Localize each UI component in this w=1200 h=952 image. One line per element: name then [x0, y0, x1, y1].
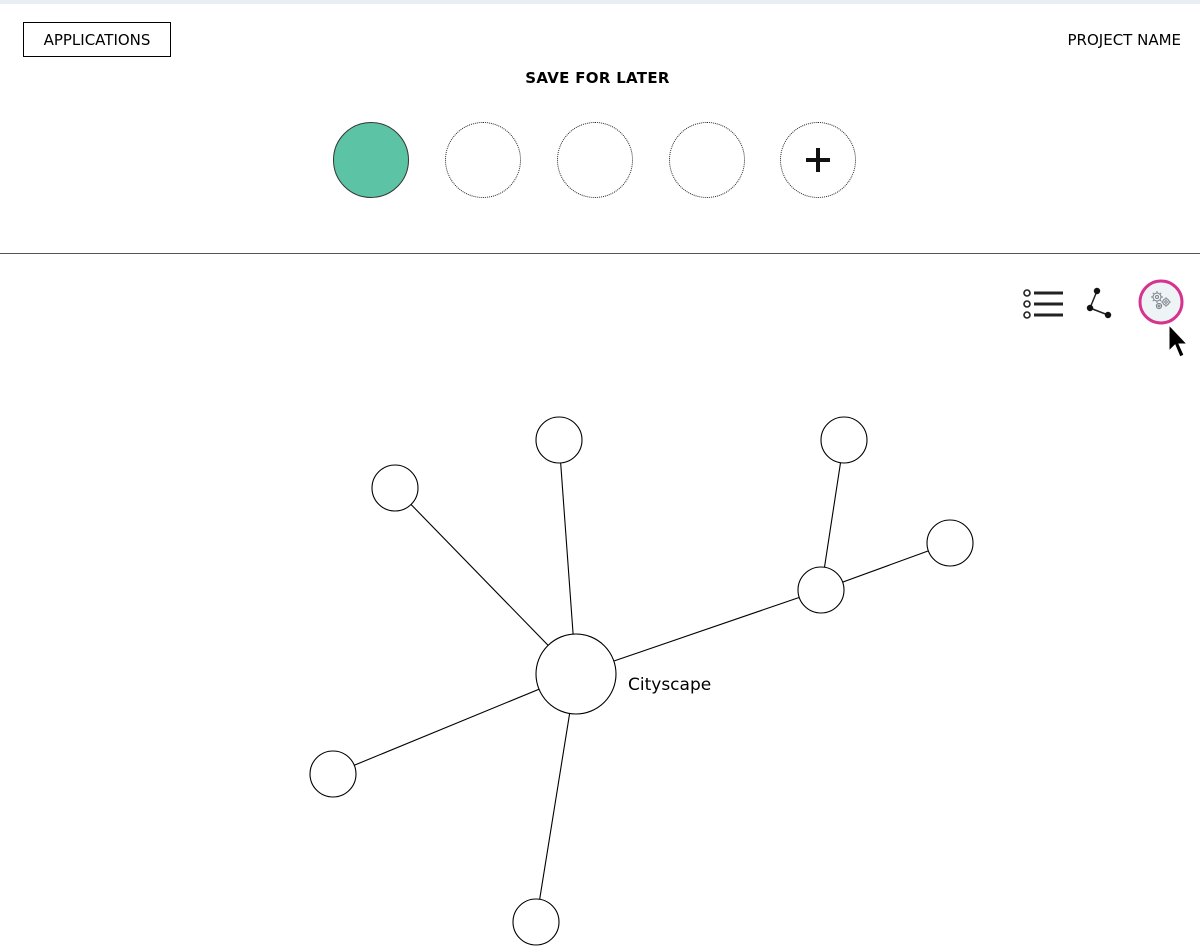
graph-node[interactable]	[371, 464, 419, 512]
graph-node[interactable]	[926, 519, 974, 567]
graph-node[interactable]	[535, 416, 583, 464]
graph-center-node[interactable]	[535, 633, 617, 715]
graph-node[interactable]	[820, 416, 868, 464]
graph-node[interactable]	[797, 566, 845, 614]
graph-node[interactable]	[512, 898, 560, 946]
network-graph: Cityscape	[309, 416, 974, 946]
graph-node[interactable]	[309, 750, 357, 798]
center-node-label: Cityscape	[628, 675, 711, 695]
